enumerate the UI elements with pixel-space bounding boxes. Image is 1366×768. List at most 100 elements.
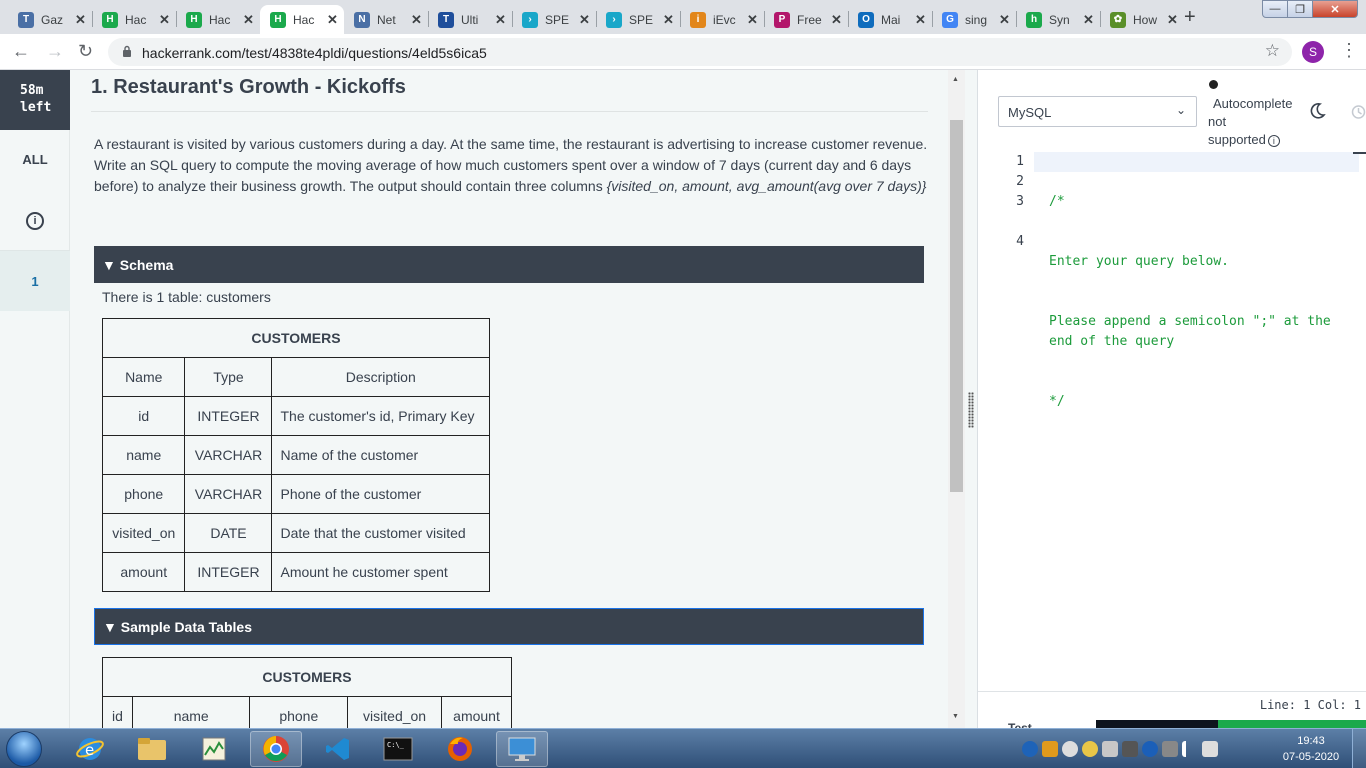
tab-close-icon[interactable]: ✕	[327, 12, 338, 28]
dark-mode-moon-icon[interactable]	[1308, 102, 1326, 120]
browser-tab[interactable]: h Syn ✕	[1016, 5, 1100, 34]
browser-tab[interactable]: T Ulti ✕	[428, 5, 512, 34]
browser-tab[interactable]: ✿ How ✕	[1100, 5, 1184, 34]
back-button[interactable]: ←	[12, 41, 30, 62]
tab-close-icon[interactable]: ✕	[159, 12, 170, 28]
info-icon[interactable]: i	[26, 212, 44, 230]
command-prompt-icon[interactable]: C:\_	[372, 731, 424, 767]
tab-close-icon[interactable]: ✕	[579, 12, 590, 28]
remote-desktop-icon[interactable]	[496, 731, 548, 767]
tab-close-icon[interactable]: ✕	[1083, 12, 1094, 28]
tab-close-icon[interactable]: ✕	[243, 12, 254, 28]
autocomplete-line: supported i	[1208, 131, 1308, 149]
all-questions-link[interactable]: ALL	[0, 152, 70, 167]
browser-tab-strip: T Gaz ✕ H Hac ✕ H Hac ✕ H Hac ✕ N Net ✕ T Ulti ✕ › SPE ✕ › SPE…	[0, 0, 1366, 34]
task-manager-icon[interactable]	[188, 731, 240, 767]
scroll-up-arrow-icon[interactable]: ▲	[952, 76, 959, 83]
start-button[interactable]	[6, 731, 42, 767]
profile-avatar[interactable]: S	[1302, 41, 1324, 63]
language-select[interactable]: MySQL ⌄	[998, 96, 1197, 127]
tab-close-icon[interactable]: ✕	[495, 12, 506, 28]
firefox-icon[interactable]	[434, 731, 486, 767]
tab-close-icon[interactable]: ✕	[1167, 12, 1178, 28]
system-clock[interactable]: 19:43 07-05-2020	[1278, 733, 1344, 765]
tab-close-icon[interactable]: ✕	[663, 12, 674, 28]
internet-explorer-icon[interactable]: e	[64, 731, 116, 767]
browser-tab[interactable]: H Hac ✕	[260, 5, 344, 34]
tab-favicon-icon: ›	[606, 11, 622, 28]
browser-tab[interactable]: H Hac ✕	[176, 5, 260, 34]
tab-close-icon[interactable]: ✕	[915, 12, 926, 28]
browser-tab[interactable]: N Net ✕	[344, 5, 428, 34]
bluetooth-icon[interactable]	[1142, 741, 1158, 757]
scrollbar-thumb[interactable]	[950, 120, 963, 492]
info-icon[interactable]: i	[1267, 134, 1280, 147]
schema-table-title: CUSTOMERS	[102, 318, 490, 358]
address-bar[interactable]: hackerrank.com/test/4838te4pldi/question…	[108, 38, 1292, 66]
table-row: phone VARCHAR Phone of the customer	[101, 474, 490, 514]
problem-scrollbar[interactable]: ▲ ▼	[948, 70, 965, 728]
new-tab-button[interactable]: +	[1184, 6, 1196, 29]
browser-menu-icon[interactable]: ⋮	[1340, 40, 1358, 61]
usb-device-icon[interactable]	[1162, 741, 1178, 757]
tab-close-icon[interactable]: ✕	[831, 12, 842, 28]
reload-button[interactable]: ↻	[78, 41, 93, 62]
restore-button[interactable]: ❐	[1287, 0, 1313, 18]
table-cell: id	[101, 396, 186, 436]
disabled-device-icon[interactable]	[1102, 741, 1118, 757]
display-icon[interactable]	[1122, 741, 1138, 757]
tab-title: How	[1133, 12, 1158, 27]
window-close-button[interactable]: ✕	[1312, 0, 1358, 18]
file-explorer-icon[interactable]	[126, 731, 178, 767]
browser-tab[interactable]: › SPE ✕	[512, 5, 596, 34]
code-editor[interactable]: 1 2 3 4 /* Enter your query below. Pleas…	[978, 152, 1366, 692]
column-header: name	[131, 696, 251, 728]
browser-toolbar: ← → ↻ hackerrank.com/test/4838te4pldi/qu…	[0, 34, 1366, 70]
table-cell: visited_on	[101, 513, 186, 553]
table-cell: The customer's id, Primary Key	[271, 396, 490, 436]
minimize-button[interactable]: —	[1262, 0, 1288, 18]
browser-tab[interactable]: T Gaz ✕	[8, 5, 92, 34]
clock-time: 19:43	[1297, 735, 1325, 747]
question-1-link[interactable]: 1	[0, 251, 70, 311]
chrome-icon[interactable]	[250, 731, 302, 767]
bookmark-star-icon[interactable]: ☆	[1265, 41, 1280, 61]
forward-button[interactable]: →	[46, 41, 64, 62]
tab-favicon-icon: P	[774, 11, 790, 28]
tab-close-icon[interactable]: ✕	[999, 12, 1010, 28]
question-sidebar: 58m left ALL i 1	[0, 70, 70, 728]
network-warning-icon[interactable]	[1082, 741, 1098, 757]
code-text[interactable]: /* Enter your query below. Please append…	[1049, 152, 1349, 452]
description-output-columns: {visited_on, amount, avg_amount(avg over…	[606, 178, 927, 194]
sample-data-section-header[interactable]: ▼ Sample Data Tables	[94, 608, 924, 645]
schema-section-header[interactable]: ▼ Schema	[94, 246, 924, 283]
tab-close-icon[interactable]: ✕	[75, 12, 86, 28]
sync-icon[interactable]	[1062, 741, 1078, 757]
test-button[interactable]: Test	[1008, 720, 1032, 728]
help-icon[interactable]	[1022, 741, 1038, 757]
tab-close-icon[interactable]: ✕	[747, 12, 758, 28]
drag-handle-icon[interactable]	[968, 392, 974, 428]
antivirus-icon[interactable]	[1042, 741, 1058, 757]
tab-separator	[848, 11, 849, 27]
show-desktop-button[interactable]	[1352, 729, 1366, 768]
volume-icon[interactable]	[1202, 741, 1218, 757]
tab-close-icon[interactable]: ✕	[411, 12, 422, 28]
vscode-icon[interactable]	[312, 731, 364, 767]
run-code-button[interactable]	[1096, 720, 1218, 728]
panel-splitter[interactable]	[965, 70, 977, 728]
browser-tab[interactable]: O Mai ✕	[848, 5, 932, 34]
browser-tab[interactable]: P Free ✕	[764, 5, 848, 34]
browser-tab[interactable]: › SPE ✕	[596, 5, 680, 34]
tab-title: Ulti	[461, 12, 479, 27]
lock-icon	[123, 45, 131, 57]
browser-tab[interactable]: i iEvc ✕	[680, 5, 764, 34]
history-icon[interactable]	[1350, 104, 1366, 120]
browser-tab[interactable]: H Hac ✕	[92, 5, 176, 34]
submit-button[interactable]	[1218, 720, 1366, 728]
scroll-down-arrow-icon[interactable]: ▼	[952, 713, 959, 720]
browser-tab[interactable]: Gsing ✕	[932, 5, 1016, 34]
url-text: hackerrank.com/test/4838te4pldi/question…	[142, 45, 487, 61]
sample-table-header-row: id name phone visited_on amount	[102, 696, 512, 728]
signal-strength-icon[interactable]	[1182, 741, 1198, 757]
